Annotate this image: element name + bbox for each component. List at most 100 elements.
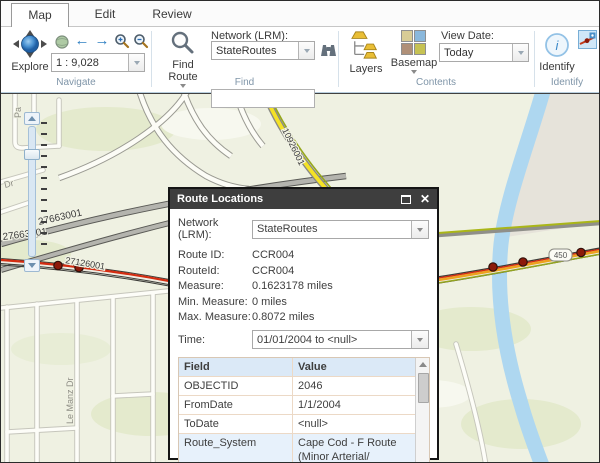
basemap-tile	[401, 43, 413, 55]
dialog-network-label: Network (LRM):	[178, 217, 252, 241]
chevron-down-icon	[304, 49, 310, 53]
view-date-label: View Date:	[441, 30, 494, 42]
maximize-icon[interactable]	[401, 195, 411, 204]
table-row[interactable]: ToDate <null>	[179, 415, 415, 434]
chevron-up-icon	[28, 116, 36, 121]
identify-label: Identify	[539, 61, 574, 73]
basemap-label: Basemap	[391, 57, 437, 69]
map-zoom-slider	[24, 112, 70, 274]
view-date-dropdown-button[interactable]	[512, 44, 528, 61]
route-search-input[interactable]	[211, 89, 315, 108]
group-label-contents: Contents	[338, 77, 534, 90]
tab-edit-label: Edit	[95, 7, 116, 21]
zoom-slider-handle[interactable]	[24, 149, 40, 160]
time-row: Time: 01/01/2004 to <null>	[178, 330, 429, 349]
dialog-body: Network (LRM): StateRoutes Route ID: CCR…	[170, 209, 437, 458]
zoom-slider-up-button[interactable]	[24, 112, 40, 125]
column-header-field: Field	[179, 358, 293, 376]
field-label: Max. Measure:	[178, 311, 252, 324]
basemap-icon	[401, 30, 428, 57]
cell-value: 2046	[293, 377, 415, 395]
globe-icon[interactable]	[53, 33, 71, 51]
table-header-row: Field Value	[179, 358, 415, 377]
cell-field: FromDate	[179, 396, 293, 414]
table-row[interactable]: Route_System Cape Cod - F Route (Minor A…	[179, 434, 415, 463]
highway-shield: 450	[549, 249, 572, 261]
zoom-in-icon[interactable]	[113, 32, 131, 50]
zoom-slider-down-button[interactable]	[24, 259, 40, 272]
layers-icon	[351, 30, 381, 63]
tab-review[interactable]: Review	[139, 3, 205, 27]
field-row-measure: Measure: 0.1623178 miles	[178, 280, 429, 293]
tab-edit[interactable]: Edit	[73, 3, 137, 27]
view-date-combobox[interactable]: Today	[439, 43, 529, 62]
table-scrollbar[interactable]	[415, 358, 429, 463]
tab-map[interactable]: Map	[11, 3, 69, 28]
cell-value: <null>	[293, 415, 415, 433]
chevron-down-icon	[134, 61, 140, 65]
application-window: Map Edit Review Explore ←	[0, 0, 600, 463]
field-value: CCR004	[252, 265, 294, 278]
column-header-value: Value	[293, 358, 415, 376]
map-scale-value: 1 : 9,028	[52, 57, 128, 69]
time-combobox[interactable]: 01/01/2004 to <null>	[252, 330, 429, 349]
time-value: 01/01/2004 to <null>	[253, 334, 411, 346]
field-label: Measure:	[178, 280, 252, 293]
dialog-network-value: StateRoutes	[253, 223, 411, 235]
explore-label: Explore	[11, 61, 48, 73]
table-row[interactable]: FromDate 1/1/2004	[179, 396, 415, 415]
cell-value: 1/1/2004	[293, 396, 415, 414]
time-dropdown-button[interactable]	[411, 331, 428, 348]
network-lrm-dropdown-button[interactable]	[298, 42, 314, 59]
street-label: Pa	[13, 107, 23, 118]
scroll-up-icon[interactable]	[419, 362, 427, 367]
identify-route-locations-tool[interactable]	[578, 30, 597, 49]
field-label: RouteId:	[178, 265, 252, 278]
cell-field: Route_System	[179, 434, 293, 463]
zoom-slider-track[interactable]	[28, 126, 36, 257]
field-label: Min. Measure:	[178, 296, 252, 309]
table-row[interactable]: OBJECTID 2046	[179, 377, 415, 396]
chevron-down-icon	[28, 263, 36, 268]
tab-review-label: Review	[152, 7, 191, 21]
group-label-navigate: Navigate	[1, 77, 151, 90]
time-label: Time:	[178, 334, 252, 346]
network-lrm-combobox[interactable]: StateRoutes	[211, 41, 315, 60]
attributes-grid: Field Value OBJECTID 2046 FromDate 1/1/2…	[179, 358, 415, 463]
route-label: 10926001	[280, 126, 307, 166]
magnifier-icon	[170, 30, 196, 59]
layers-button[interactable]: Layers	[345, 30, 387, 75]
ribbon-tab-strip: Map Edit Review	[1, 1, 599, 27]
close-icon[interactable]: ✕	[420, 193, 430, 205]
cell-field: ToDate	[179, 415, 293, 433]
street-label: Le Manz Dr	[65, 377, 75, 424]
binoculars-icon[interactable]	[319, 41, 337, 59]
field-value: CCR004	[252, 249, 294, 262]
dialog-network-dropdown-button[interactable]	[411, 221, 428, 238]
layers-label: Layers	[349, 63, 382, 75]
map-scale-combobox[interactable]: 1 : 9,028	[51, 53, 145, 72]
network-lrm-value: StateRoutes	[212, 45, 298, 57]
field-row-routeid: RouteId: CCR004	[178, 265, 429, 278]
field-row-min-measure: Min. Measure: 0 miles	[178, 296, 429, 309]
cell-value: Cape Cod - F Route (Minor Arterial/ Coll…	[293, 434, 415, 463]
scrollbar-thumb[interactable]	[418, 373, 429, 403]
group-label-find: Find	[151, 77, 338, 90]
explore-button[interactable]: Explore	[7, 30, 53, 73]
dialog-network-combobox[interactable]: StateRoutes	[252, 220, 429, 239]
map-scale-dropdown-button[interactable]	[128, 54, 144, 71]
field-value: 0.8072 miles	[252, 311, 314, 324]
back-arrow-icon[interactable]: ←	[73, 31, 91, 49]
dialog-title-bar[interactable]: Route Locations ✕	[170, 189, 437, 209]
chevron-down-icon	[417, 228, 423, 232]
field-row-route-id: Route ID: CCR004	[178, 249, 429, 262]
zoom-slider-ticks	[41, 122, 48, 254]
ribbon: Explore ← → 1 : 9,028 Navigate Find Rout…	[1, 27, 599, 93]
identify-button[interactable]: i Identify	[537, 32, 577, 73]
forward-arrow-icon[interactable]: →	[93, 31, 111, 49]
group-label-identify: Identify	[534, 77, 600, 90]
chevron-down-icon	[411, 70, 417, 74]
zoom-out-icon[interactable]	[132, 32, 150, 50]
dialog-network-row: Network (LRM): StateRoutes	[178, 217, 429, 241]
basemap-button[interactable]: Basemap	[391, 30, 437, 74]
